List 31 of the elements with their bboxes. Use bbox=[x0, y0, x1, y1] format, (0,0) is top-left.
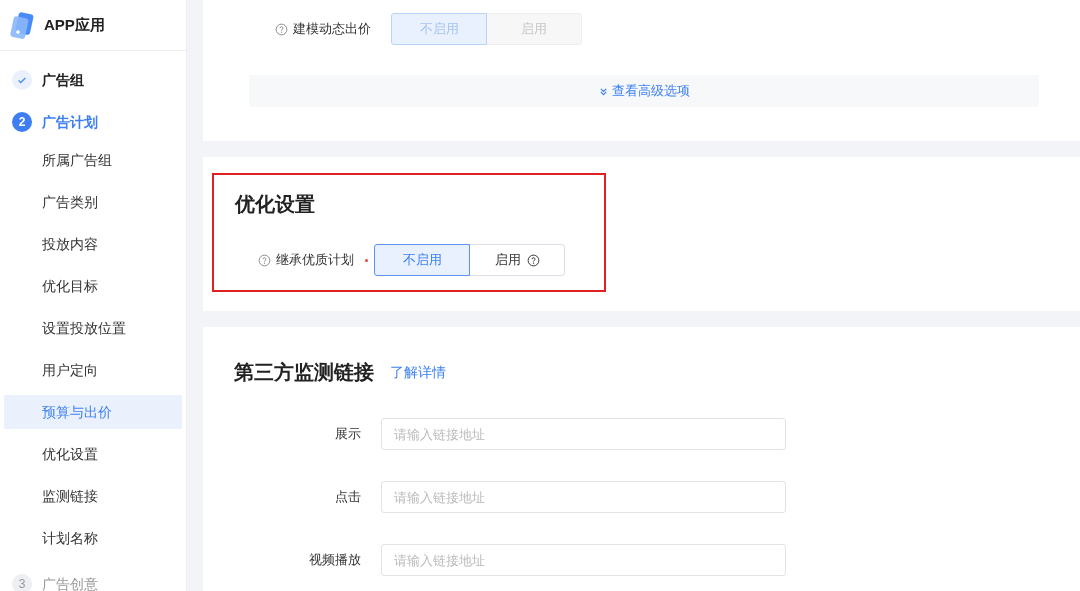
option-tab: 不启用 bbox=[391, 13, 487, 45]
details-link[interactable]: 了解详情 bbox=[390, 361, 446, 383]
step-label[interactable]: 广告计划 bbox=[42, 111, 98, 133]
step-number: 3 bbox=[12, 574, 32, 591]
double-chevron-icon bbox=[598, 86, 608, 96]
sidebar-item[interactable]: 投放内容 bbox=[4, 227, 182, 261]
sidebar-item[interactable]: 设置投放位置 bbox=[4, 311, 182, 345]
url-input-field[interactable]: 请输入链接地址 bbox=[381, 544, 786, 576]
option-tab[interactable]: 启用 bbox=[469, 244, 565, 276]
url-input-field[interactable]: 请输入链接地址 bbox=[381, 418, 786, 450]
section-title: 第三方监测链接 bbox=[234, 360, 374, 385]
app-title: APP应用 bbox=[44, 14, 105, 35]
field-label: 继承优质计划 bbox=[276, 251, 354, 270]
field-label: 视频播放 bbox=[308, 551, 361, 570]
advanced-options-link[interactable]: 查看高级选项 bbox=[249, 75, 1039, 107]
sidebar-item[interactable]: 计划名称 bbox=[4, 521, 182, 555]
field-label: 展示 bbox=[334, 425, 361, 444]
sidebar-item[interactable]: 用户定向 bbox=[4, 353, 182, 387]
step-number: 2 bbox=[12, 112, 32, 132]
sidebar-item[interactable]: 优化设置 bbox=[4, 437, 182, 471]
sidebar-item[interactable]: 广告类别 bbox=[4, 185, 182, 219]
field-label: 建模动态出价 bbox=[293, 20, 371, 39]
sidebar-item[interactable]: 所属广告组 bbox=[4, 143, 182, 177]
sidebar-item[interactable]: 优化目标 bbox=[4, 269, 182, 303]
field-label: 点击 bbox=[334, 488, 361, 507]
sidebar-item[interactable]: 预算与出价 bbox=[4, 395, 182, 429]
step-label[interactable]: 广告组 bbox=[42, 69, 84, 91]
sidebar-item[interactable]: 监测链接 bbox=[4, 479, 182, 513]
section-title: 优化设置 bbox=[235, 192, 316, 217]
app-logo-icon bbox=[8, 11, 36, 39]
url-input-field[interactable]: 请输入链接地址 bbox=[381, 481, 786, 513]
